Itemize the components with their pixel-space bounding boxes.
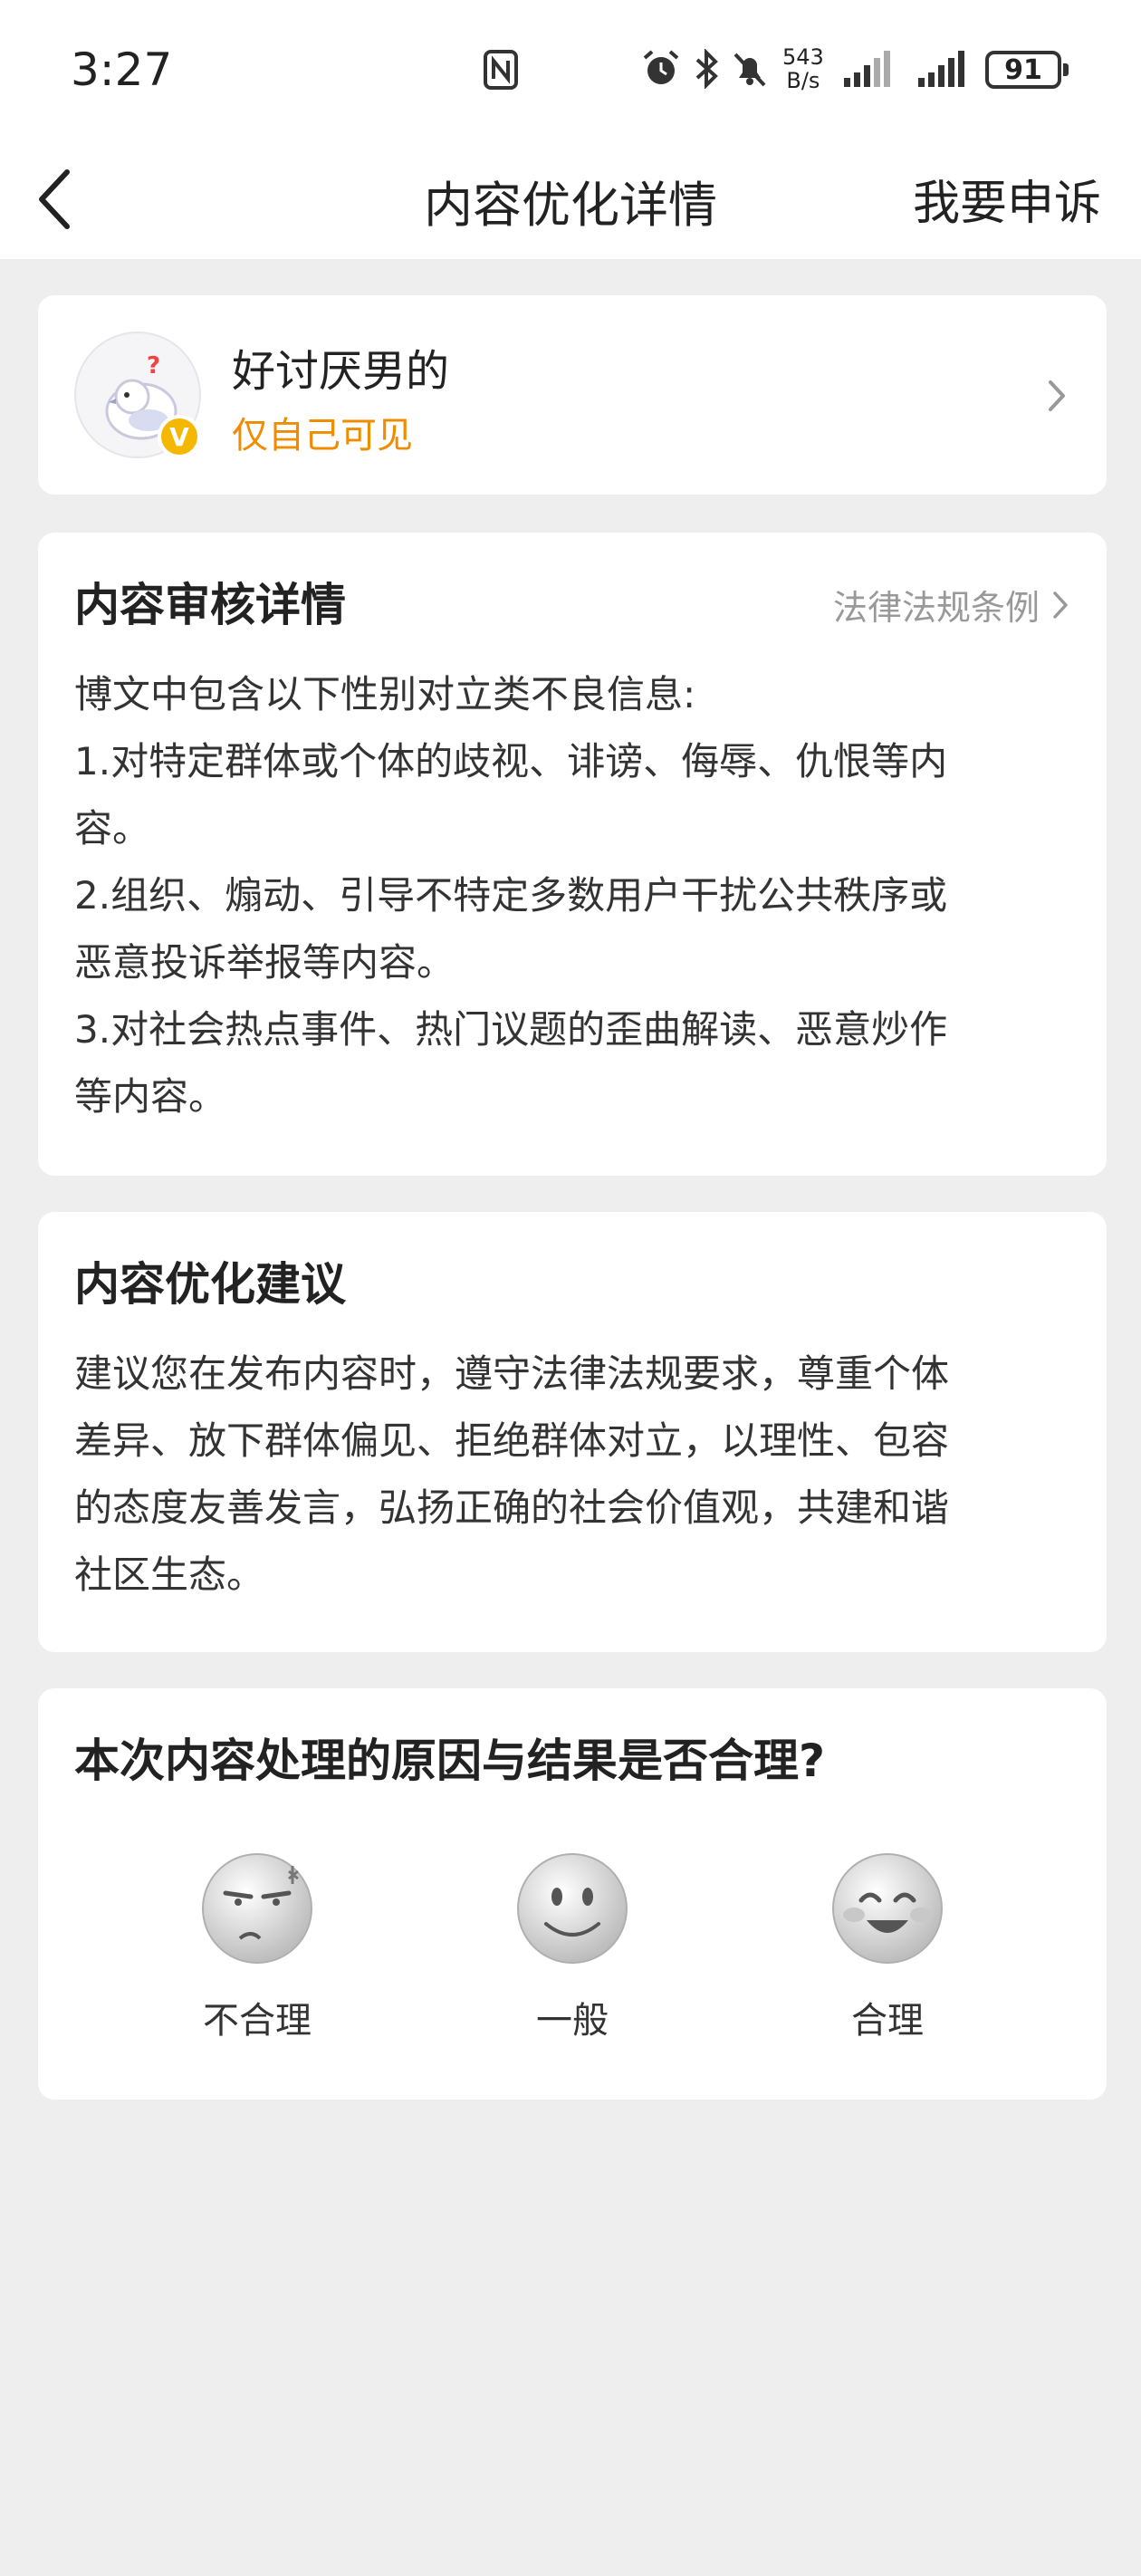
- suggestion-card: 内容优化建议 建议您在发布内容时，遵守法律法规要求，尊重个体 差异、放下群体偏见…: [38, 1212, 1107, 1652]
- svg-text:?: ?: [147, 352, 160, 380]
- rating-question: 本次内容处理的原因与结果是否合理?: [74, 1735, 826, 1787]
- chevron-right-icon: [1049, 380, 1065, 411]
- rating-label: 合理: [851, 2000, 924, 2042]
- mute-bell-icon: [734, 53, 766, 87]
- bluetooth-icon: [695, 49, 718, 89]
- signal-2-icon: [918, 51, 964, 87]
- review-details-card: 内容审核详情 法律法规条例 博文中包含以下性别对立类不良信息: 1.对特定群体或…: [38, 533, 1107, 1176]
- user-card[interactable]: ? V 好讨厌男的 仅自己可见: [38, 295, 1107, 495]
- happy-face-icon: [832, 1853, 943, 1964]
- law-regulations-link[interactable]: 法律法规条例: [833, 580, 1070, 630]
- neutral-face-icon: [517, 1853, 628, 1964]
- review-text: 博文中包含以下性别对立类不良信息: 1.对特定群体或个体的歧视、诽谤、侮辱、仇恨…: [74, 672, 948, 1119]
- rating-label: 不合理: [203, 2000, 312, 2042]
- alarm-icon: [643, 50, 679, 84]
- chevron-right-icon: [1053, 591, 1068, 619]
- nfc-icon: [484, 50, 518, 90]
- angry-face-icon: [202, 1853, 312, 1964]
- username: 好讨厌男的: [232, 346, 450, 397]
- visibility-label: 仅自己可见: [232, 415, 413, 457]
- suggestion-title: 内容优化建议: [74, 1258, 346, 1311]
- law-link-label: 法律法规条例: [832, 588, 1040, 628]
- nav-header: 内容优化详情 我要申诉: [0, 136, 1141, 259]
- rating-label: 一般: [536, 2000, 609, 2042]
- network-speed: 543 B/s: [782, 44, 824, 93]
- review-title: 内容审核详情: [74, 579, 346, 631]
- rating-card: 本次内容处理的原因与结果是否合理? 不合理 一般 合理: [38, 1688, 1107, 2100]
- suggestion-text: 建议您在发布内容时，遵守法律法规要求，尊重个体 差异、放下群体偏见、拒绝群体对立…: [74, 1351, 950, 1597]
- rating-option-reasonable[interactable]: 合理: [797, 1851, 978, 2043]
- rating-option-average[interactable]: 一般: [482, 1851, 663, 2043]
- status-time: 3:27: [71, 43, 173, 96]
- verified-badge: V: [158, 415, 201, 458]
- appeal-button[interactable]: 我要申诉: [913, 165, 1101, 233]
- signal-icon: [844, 51, 890, 87]
- status-bar: 3:27 543 B/s 91: [0, 0, 1141, 136]
- battery-indicator: 91: [985, 51, 1069, 89]
- rating-option-unreasonable[interactable]: 不合理: [167, 1851, 348, 2043]
